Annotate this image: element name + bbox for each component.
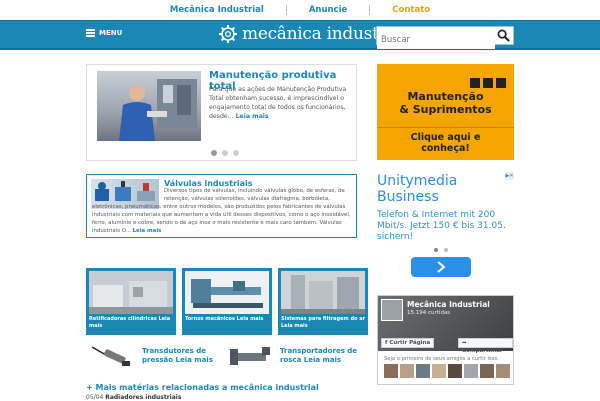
fb-face[interactable] xyxy=(480,364,494,378)
fb-share-label: Compartilhar xyxy=(462,348,503,354)
ad2-next-button[interactable] xyxy=(411,257,471,277)
share-icon: ➦ xyxy=(462,340,467,346)
thumb-tornos[interactable]: Tornos mecânicos Leia mais xyxy=(182,268,272,335)
fb-faces xyxy=(384,364,510,378)
top-links: Mecânica Industrial Anuncie Contato xyxy=(0,0,600,20)
fb-face[interactable] xyxy=(448,364,462,378)
valvulas-text-b: retenção, válvulas solenoides, válvulas … xyxy=(164,196,330,202)
carousel-dot-1[interactable] xyxy=(211,150,217,156)
carousel-dot-2[interactable] xyxy=(222,150,228,156)
fb-share-button[interactable]: ➦ Compartilhar xyxy=(458,338,513,354)
item-transdutores[interactable]: Transdutores de pressão Leia mais xyxy=(90,343,230,373)
carousel-dot-3[interactable] xyxy=(233,150,239,156)
carousel-image[interactable] xyxy=(97,71,201,141)
fb-face[interactable] xyxy=(416,364,430,378)
item-transportadores[interactable]: Transportadores de rosca Leia mais xyxy=(228,343,358,373)
valvulas-text-c: eletrônicas, pneumáticas, entre outros m… xyxy=(92,204,351,234)
search-icon[interactable] xyxy=(497,29,510,42)
top-link-anuncie[interactable]: Anuncie xyxy=(285,5,369,15)
thumb-caption: Retificadoras cilíndricas Leia mais xyxy=(89,316,171,329)
ad2-text: Telefon & Internet mit 200 Mbit/s. Jetzt… xyxy=(377,210,506,242)
thumb-image xyxy=(89,271,173,314)
hamburger-icon xyxy=(86,29,95,37)
fb-face[interactable] xyxy=(464,364,478,378)
thumb-caption: Sistemas para filtragem do ar Leia mais xyxy=(281,316,366,329)
chevron-right-icon xyxy=(437,261,446,273)
thumb-filtragem[interactable]: Sistemas para filtragem do ar Leia mais xyxy=(278,268,368,335)
fb-page-name[interactable]: Mecânica Industrial xyxy=(407,300,490,309)
header-bar: MENU mecânica industrial xyxy=(0,20,600,50)
fb-face[interactable] xyxy=(384,364,398,378)
fb-cover[interactable]: Mecânica Industrial 15.194 curtidas f Cu… xyxy=(378,296,513,354)
ad-cta[interactable]: Clique aqui e conheça! xyxy=(387,132,504,154)
item-title: Transportadores de rosca Leia mais xyxy=(280,347,358,364)
ad-divider xyxy=(377,127,514,128)
ad-unitymedia[interactable]: ▶✕ Unitymedia Business Telefon & Interne… xyxy=(377,172,514,282)
transdutor-image xyxy=(91,346,130,366)
search-input[interactable] xyxy=(377,31,495,49)
valvulas-text-a: Diversos tipos de válvulas, incluindo vá… xyxy=(164,188,345,194)
fb-face[interactable] xyxy=(400,364,414,378)
thumb-caption: Tornos mecânicos Leia mais xyxy=(185,316,264,322)
carousel-dots xyxy=(211,150,239,156)
valvulas-read-more[interactable]: Leia mais xyxy=(133,228,162,234)
fb-avatar[interactable] xyxy=(381,299,403,321)
related-link[interactable]: + Mais matérias relacionadas a mecânica … xyxy=(86,383,319,392)
menu-button[interactable]: MENU xyxy=(86,29,122,37)
ad2-dot-2[interactable] xyxy=(444,248,448,252)
ad-title-line1: Manutenção xyxy=(407,90,484,103)
thumb-image xyxy=(185,271,269,314)
valvulas-box: Válvulas industriais Diversos tipos de v… xyxy=(86,174,357,238)
top-link-contato[interactable]: Contato xyxy=(369,5,452,15)
fb-likes: 15.194 curtidas xyxy=(407,310,451,316)
fb-like-button[interactable]: f Curtir Página xyxy=(381,338,435,348)
ad-manutencao[interactable]: Manutenção & Suprimentos Clique aqui e c… xyxy=(377,64,514,160)
gear-icon xyxy=(219,25,237,43)
fb-face[interactable] xyxy=(496,364,510,378)
item-title: Transdutores de pressão Leia mais xyxy=(142,347,213,364)
fb-friends-text: Seja o primeiro de seus amigos a curtir … xyxy=(384,356,500,362)
ad-title: Manutenção & Suprimentos xyxy=(377,90,514,116)
top-link-mecanica[interactable]: Mecânica Industrial xyxy=(148,5,286,15)
transportador-image xyxy=(230,347,270,365)
carousel-text: Para que as ações de Manutenção Produtiv… xyxy=(209,85,351,121)
carousel-summary: Para que as ações de Manutenção Produtiv… xyxy=(209,86,347,120)
fb-face[interactable] xyxy=(432,364,446,378)
thumb-image xyxy=(281,271,365,314)
ad2-dot-1[interactable] xyxy=(434,248,438,252)
menu-label: MENU xyxy=(99,29,123,37)
valvulas-text: Diversos tipos de válvulas, incluindo vá… xyxy=(92,187,354,235)
fb-like-label: Curtir Página xyxy=(389,340,431,346)
tools-icon xyxy=(470,78,506,88)
carousel-read-more[interactable]: Leia mais xyxy=(236,113,269,120)
facebook-widget: Mecânica Industrial 15.194 curtidas f Cu… xyxy=(377,295,514,385)
featured-carousel: Manutenção produtiva total Para que as a… xyxy=(86,64,357,161)
thumb-retificadoras[interactable]: Retificadoras cilíndricas Leia mais xyxy=(86,268,176,335)
ad-title-line2: & Suprimentos xyxy=(399,103,492,116)
ad2-title: Unitymedia Business xyxy=(377,173,458,205)
ad2-dots xyxy=(434,248,448,252)
search-box xyxy=(376,26,514,49)
